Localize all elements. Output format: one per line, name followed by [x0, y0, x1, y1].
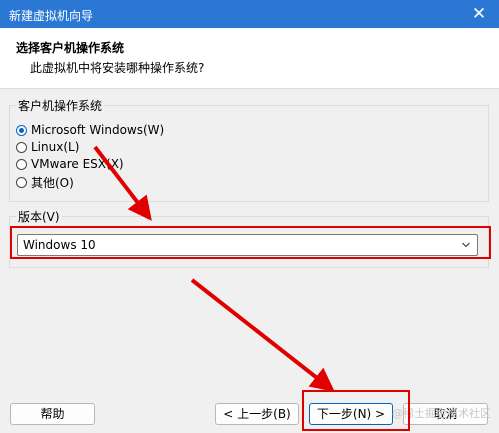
red-arrow-annotation [93, 145, 335, 392]
